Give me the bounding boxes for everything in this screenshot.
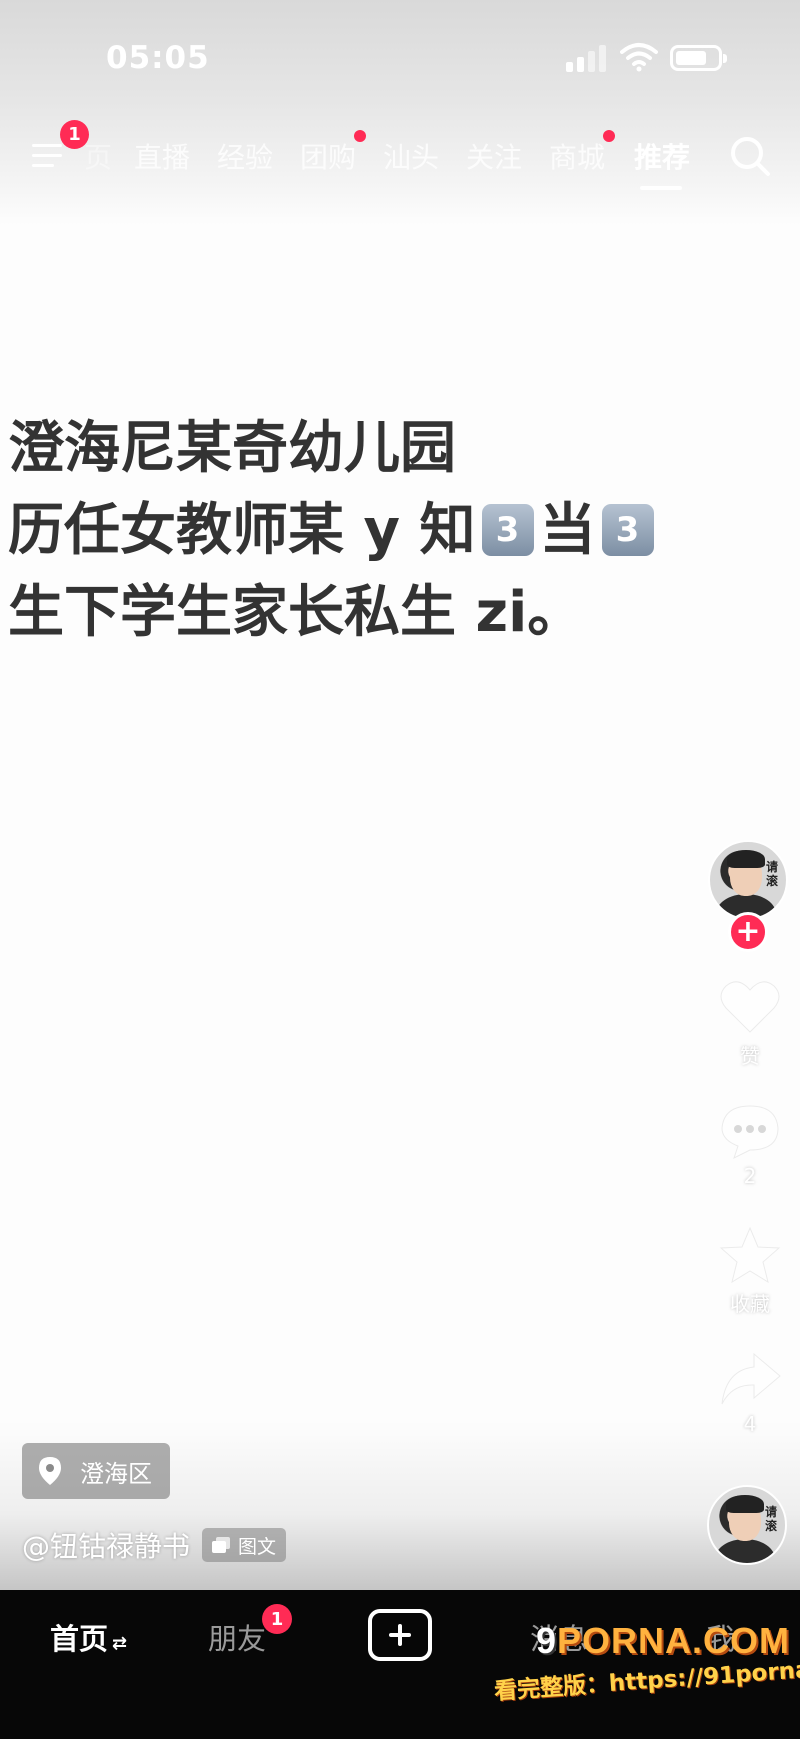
like-button[interactable]: 赞 (700, 978, 800, 1069)
favorite-button[interactable]: 收藏 (700, 1226, 800, 1317)
bottom-tab-friends[interactable]: 朋友 (208, 1616, 266, 1658)
post-text: 澄海尼某奇幼儿园 历任女教师某 y 知3当3 生下学生家长私生 zi。 (8, 408, 708, 654)
comment-icon (721, 1105, 779, 1159)
location-pin-icon (39, 1457, 61, 1485)
tab-live[interactable]: 直播 (134, 136, 190, 176)
image-post-icon (212, 1537, 231, 1553)
music-disc-caption: 请滚 (765, 1505, 778, 1533)
cellular-signal-icon (566, 44, 608, 72)
author-avatar[interactable]: 请滚 (708, 840, 788, 920)
tab-experience[interactable]: 经验 (217, 136, 273, 176)
avatar-caption: 请滚 (766, 860, 779, 888)
tab-home-partial[interactable]: 页 (84, 136, 112, 176)
tab-recommend[interactable]: 推荐 (634, 136, 690, 176)
tab-mall[interactable]: 商城 (549, 130, 616, 176)
active-tab-underline (640, 186, 682, 190)
wifi-icon (620, 43, 658, 72)
tab-dot-group-buy (354, 130, 367, 142)
author-name[interactable]: @钮钴禄静书 (22, 1525, 190, 1565)
comment-button[interactable]: 2 (700, 1102, 800, 1188)
music-disc-avatar[interactable]: 请滚 (707, 1485, 787, 1565)
tab-dot-mall (603, 130, 616, 142)
top-nav: 1 页 直播 经验 团购 汕头 关注 商城 推荐 (0, 118, 800, 198)
share-arrow-icon (721, 1352, 781, 1405)
like-label: 赞 (740, 1044, 760, 1068)
tab-following[interactable]: 关注 (466, 136, 522, 176)
follow-button[interactable]: + (728, 912, 768, 952)
post-line-2: 历任女教师某 y 知3当3 (8, 490, 708, 572)
friends-badge: 1 (262, 1604, 292, 1634)
post-type-label: 图文 (238, 1535, 277, 1558)
bottom-tab-home[interactable]: 首页 ⇄ (50, 1616, 127, 1658)
star-icon (719, 1226, 781, 1284)
post-line-1: 澄海尼某奇幼儿园 (8, 416, 456, 481)
post-line-3: 生下学生家长私生 zi。 (8, 580, 584, 645)
bottom-nav: 首页 ⇄ 朋友 1 消息 我 9PORNA.COM 看完整版：https://91… (0, 1590, 800, 1739)
location-label: 澄海区 (80, 1459, 152, 1488)
keycap-3-icon: 3 (601, 503, 654, 556)
favorite-label: 收藏 (730, 1292, 770, 1316)
status-time: 05:05 (106, 40, 210, 76)
comment-count: 2 (743, 1164, 757, 1188)
search-icon[interactable] (728, 134, 772, 178)
refresh-icon: ⇄ (112, 1633, 128, 1654)
tab-group-buy[interactable]: 团购 (300, 130, 367, 176)
tab-shantou[interactable]: 汕头 (383, 136, 439, 176)
heart-icon (720, 981, 780, 1033)
keycap-3-icon: 3 (481, 503, 534, 556)
author-row: @钮钴禄静书 图文 (22, 1525, 287, 1565)
battery-icon (670, 45, 727, 71)
plus-icon (389, 1624, 411, 1646)
status-bar: 05:05 (0, 0, 800, 110)
menu-icon[interactable] (32, 138, 66, 172)
post-type-chip: 图文 (202, 1528, 287, 1562)
location-chip[interactable]: 澄海区 (22, 1443, 170, 1499)
create-button[interactable] (368, 1609, 432, 1661)
